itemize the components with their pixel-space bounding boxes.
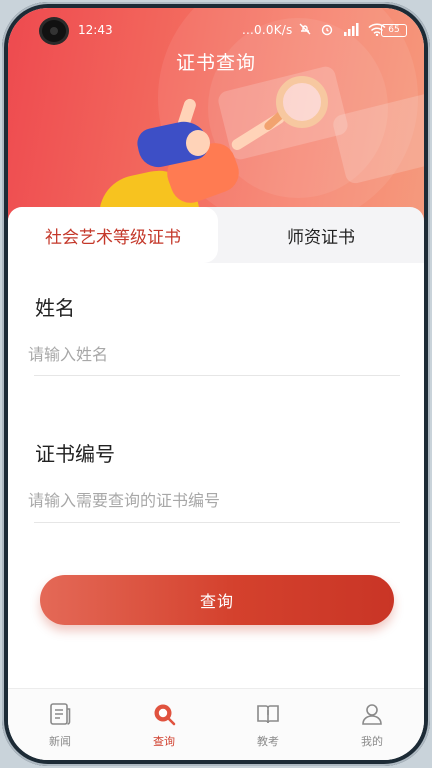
status-time: 12:43: [78, 23, 113, 37]
user-icon: [362, 704, 382, 725]
nav-item-mine[interactable]: 我的: [320, 689, 424, 760]
app-screen: 12:43 ...0.0K/s 65 证书查询 社会艺术等级证书 师资证书 姓名: [8, 8, 424, 760]
page-title: 证书查询: [175, 52, 256, 74]
search-icon: [154, 704, 176, 726]
nav-label-mine: 我的: [361, 735, 383, 748]
front-camera: [42, 20, 66, 42]
name-label: 姓名: [35, 296, 75, 320]
tab-teacher-certificate[interactable]: 师资证书: [218, 207, 424, 263]
name-input[interactable]: [28, 339, 398, 369]
nav-label-news: 新闻: [49, 735, 71, 748]
nav-label-exam: 教考: [257, 735, 279, 748]
header-banner: 12:43 ...0.0K/s 65 证书查询: [8, 8, 424, 223]
query-form: 姓名 证书编号 查询: [8, 263, 424, 693]
news-icon: [50, 703, 71, 725]
status-icons: [298, 22, 386, 36]
name-underline: [34, 375, 400, 376]
book-icon: [257, 705, 279, 724]
nav-item-exam[interactable]: 教考: [216, 689, 320, 760]
illustration-person-head: [186, 130, 210, 156]
signal-icon: [344, 22, 359, 36]
magnifier-illustration: [276, 76, 328, 128]
query-button[interactable]: 查询: [40, 575, 394, 625]
certificate-type-tabs: 社会艺术等级证书 师资证书: [8, 207, 424, 263]
certificate-number-label: 证书编号: [35, 442, 115, 466]
alarm-icon: [321, 24, 333, 36]
certificate-number-underline: [34, 522, 400, 523]
bottom-navigation: 新闻 查询 教考 我的: [8, 688, 424, 760]
phone-frame: 12:43 ...0.0K/s 65 证书查询 社会艺术等级证书 师资证书 姓名: [2, 2, 430, 766]
certificate-number-input[interactable]: [28, 485, 398, 515]
nav-label-query: 查询: [153, 735, 175, 748]
nav-item-query[interactable]: 查询: [112, 689, 216, 760]
battery-indicator: 65: [381, 24, 407, 37]
nav-item-news[interactable]: 新闻: [8, 689, 112, 760]
tab-art-grade-certificate[interactable]: 社会艺术等级证书: [8, 207, 218, 263]
network-speed: ...0.0K/s: [242, 23, 293, 37]
mute-icon: [299, 23, 311, 35]
status-bar: 12:43 ...0.0K/s 65: [8, 20, 424, 42]
